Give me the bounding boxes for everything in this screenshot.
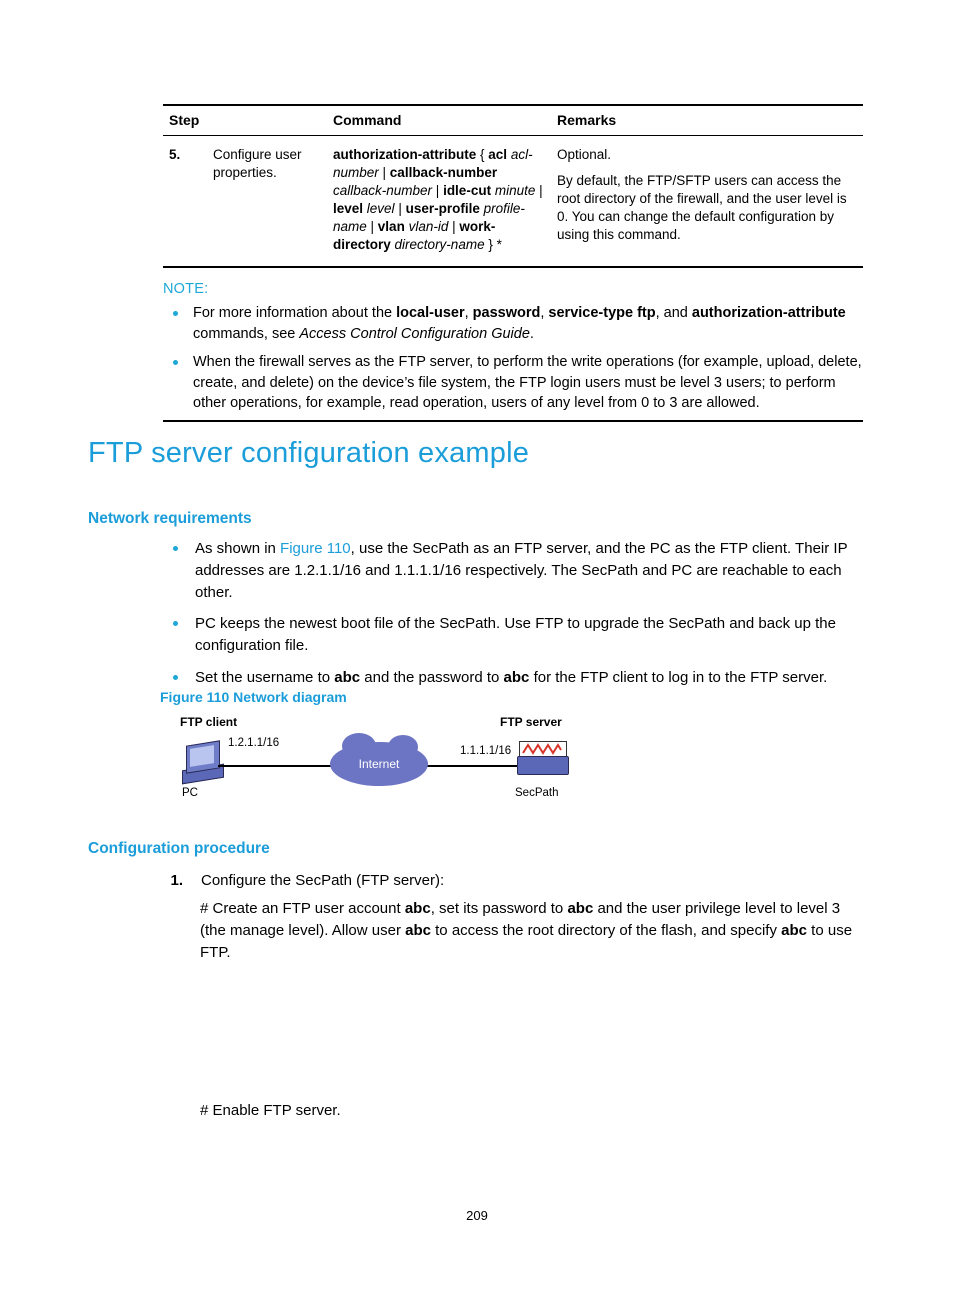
table-header-step: Step (163, 104, 327, 136)
note-divider (163, 420, 863, 422)
table-header-row: Step Command Remarks (163, 104, 863, 136)
note-item: For more information about the local-use… (163, 303, 863, 344)
list-item: Set the username to abc and the password… (163, 667, 863, 689)
procedure-step-number: 1. (170, 872, 183, 889)
internet-cloud-icon: Internet (330, 733, 428, 786)
note-title: NOTE: (163, 281, 209, 297)
internet-cloud-label: Internet (358, 757, 400, 771)
page-number: 209 (466, 1208, 488, 1223)
procedure-list: 1. Configure the SecPath (FTP server): (163, 870, 863, 892)
pc-label: PC (182, 787, 198, 799)
procedure-step: 1. Configure the SecPath (FTP server): (163, 870, 863, 892)
step-number: 5. (163, 135, 207, 268)
list-item: PC keeps the newest boot file of the Sec… (163, 613, 863, 657)
document-page: Step Command Remarks 5. Configure user p… (0, 0, 954, 1296)
paragraph-enable-ftp: # Enable FTP server. (200, 1102, 341, 1119)
note-item: When the firewall serves as the FTP serv… (163, 352, 863, 414)
network-diagram: FTP client FTP server 1.2.1.1/16 1.1.1.1… (160, 715, 630, 810)
table-header-command: Command (327, 104, 551, 136)
ftp-server-label: FTP server (500, 715, 562, 729)
client-ip-label: 1.2.1.1/16 (228, 737, 280, 749)
secpath-label: SecPath (515, 787, 559, 799)
list-item: As shown in Figure 110, use the SecPath … (163, 538, 863, 603)
remarks-text: Optional. By default, the FTP/SFTP users … (551, 135, 863, 268)
procedure-step-text: Configure the SecPath (FTP server): (201, 872, 445, 889)
section-heading-configuration-procedure: Configuration procedure (88, 840, 270, 857)
table-header-remarks: Remarks (551, 104, 863, 136)
zigzag-icon (522, 743, 562, 755)
note-list: For more information about the local-use… (163, 303, 863, 414)
page-title: FTP server configuration example (88, 437, 530, 469)
link-line-left (218, 765, 333, 767)
command-syntax: authorization-attribute { acl acl-number… (327, 135, 551, 268)
section-heading-network-requirements: Network requirements (88, 510, 252, 527)
ftp-client-label: FTP client (180, 715, 238, 729)
pc-icon (180, 740, 226, 785)
step-description: Configure user properties. (207, 135, 327, 268)
note-block: NOTE: For more information about the loc… (163, 281, 863, 422)
network-requirements-list: As shown in Figure 110, use the SecPath … (163, 538, 863, 699)
server-ip-label: 1.1.1.1/16 (460, 745, 512, 757)
paragraph-create-user: # Create an FTP user account abc, set it… (200, 900, 853, 961)
command-table: Step Command Remarks 5. Configure user p… (163, 104, 863, 268)
table-row: 5. Configure user properties. authorizat… (163, 135, 863, 268)
firewall-icon (515, 737, 573, 781)
figure-caption: Figure 110 Network diagram (160, 689, 347, 705)
